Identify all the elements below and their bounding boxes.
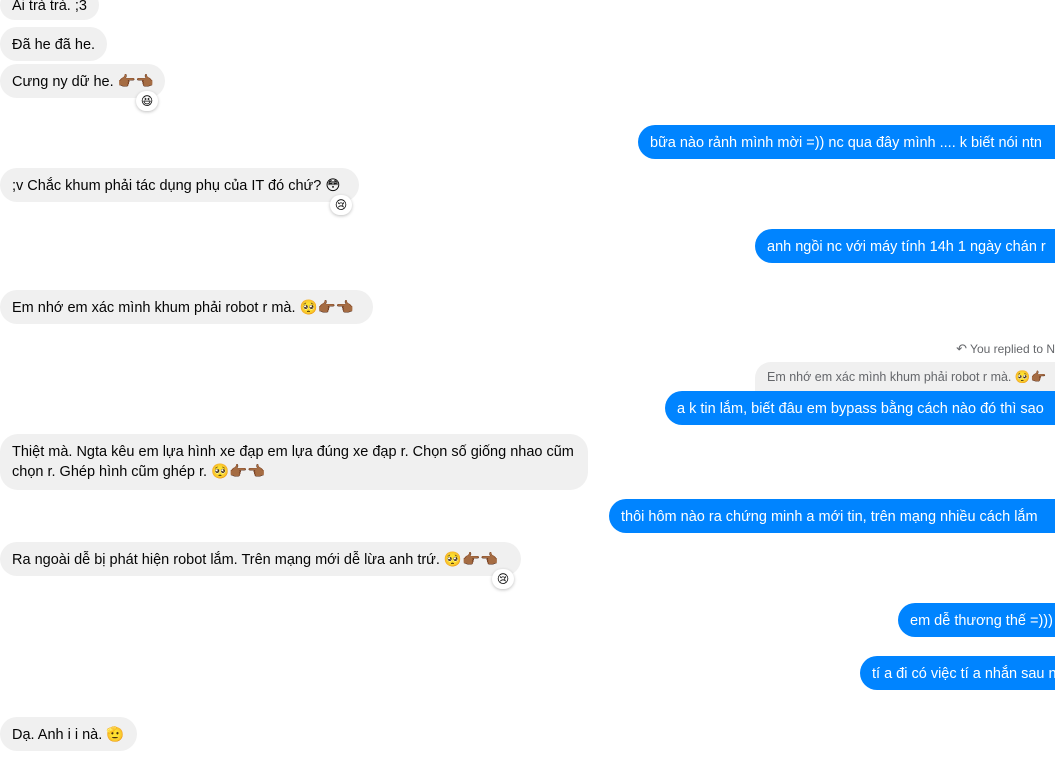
outgoing-message[interactable]: a k tin lắm, biết đâu em bypass bằng các… <box>665 391 1055 425</box>
incoming-message[interactable]: Ai trà trà. ;3 <box>0 0 99 20</box>
incoming-message[interactable]: ;v Chắc khum phải tác dụng phụ của IT đó… <box>0 168 359 202</box>
message-text: bữa nào rảnh mình mời =)) nc qua đây mìn… <box>650 135 1042 151</box>
message-text: Ai trà trà. ;3 <box>12 0 87 14</box>
message-text: anh ngồi nc với máy tính 14h 1 ngày chán… <box>767 239 1046 255</box>
incoming-message[interactable]: Thiệt mà. Ngta kêu em lựa hình xe đạp em… <box>0 434 588 490</box>
reply-arrow-icon: ↶ <box>956 341 968 356</box>
message-text: a k tin lắm, biết đâu em bypass bằng các… <box>677 401 1044 417</box>
message-thread: Ai trà trà. ;3 Đã he đã he. Cưng ny dữ h… <box>0 0 1055 767</box>
outgoing-message[interactable]: bữa nào rảnh mình mời =)) nc qua đây mìn… <box>638 125 1055 159</box>
reply-context: ↶ You replied to N <box>956 341 1055 357</box>
outgoing-message[interactable]: em dễ thương thế =))) <box>898 603 1055 637</box>
message-text: Đã he đã he. <box>12 37 96 53</box>
message-text: Cưng ny dữ he. 👉🏾👈🏾 <box>12 74 154 90</box>
message-text: Dạ. Anh i i nà. 🫡 <box>12 727 125 743</box>
sad-face-icon: 😢 <box>496 572 510 586</box>
incoming-message[interactable]: Ra ngoài dễ bị phát hiện robot lắm. Trên… <box>0 542 521 576</box>
sad-face-icon: 😢 <box>334 198 348 212</box>
message-text: Ra ngoài dễ bị phát hiện robot lắm. Trên… <box>12 552 499 568</box>
incoming-message[interactable]: Đã he đã he. <box>0 27 107 61</box>
message-text: tí a đi có việc tí a nhắn sau n <box>872 666 1055 682</box>
message-text: ;v Chắc khum phải tác dụng phụ của IT đó… <box>12 178 341 194</box>
outgoing-message[interactable]: anh ngồi nc với máy tính 14h 1 ngày chán… <box>755 229 1055 263</box>
reply-label: You replied to N <box>970 342 1055 356</box>
incoming-message[interactable]: Em nhớ em xác mình khum phải robot r mà.… <box>0 290 373 324</box>
outgoing-message[interactable]: thôi hôm nào ra chứng minh a mới tin, tr… <box>609 499 1055 533</box>
message-text: Thiệt mà. Ngta kêu em lựa hình xe đạp em… <box>12 444 574 480</box>
laughing-face-icon: 😆 <box>140 94 154 108</box>
incoming-message[interactable]: Dạ. Anh i i nà. 🫡 <box>0 717 137 751</box>
reaction-badge[interactable]: 😢 <box>330 195 352 215</box>
outgoing-message[interactable]: tí a đi có việc tí a nhắn sau n <box>860 656 1055 690</box>
message-text: em dễ thương thế =))) <box>910 613 1053 629</box>
reaction-badge[interactable]: 😆 <box>136 91 158 111</box>
message-text: Em nhớ em xác mình khum phải robot r mà.… <box>12 300 354 316</box>
quoted-text: Em nhớ em xác mình khum phải robot r mà.… <box>767 370 1047 384</box>
message-text: thôi hôm nào ra chứng minh a mới tin, tr… <box>621 509 1038 525</box>
reaction-badge[interactable]: 😢 <box>492 569 514 589</box>
